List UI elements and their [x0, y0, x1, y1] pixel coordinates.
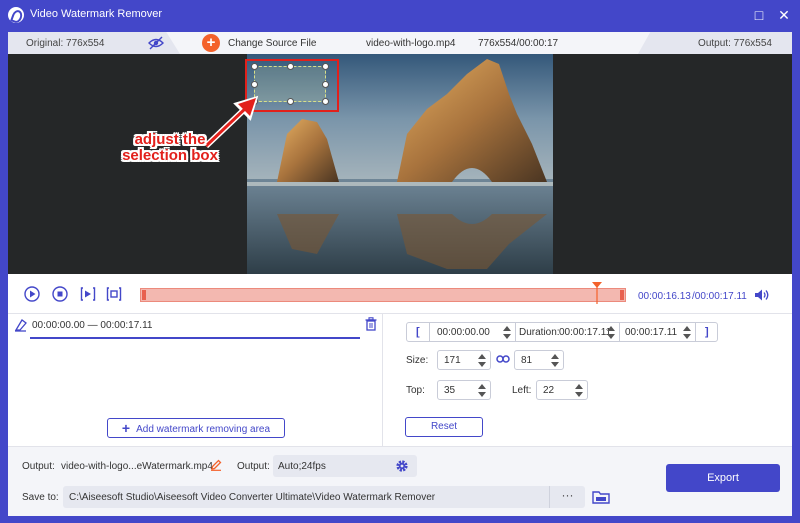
original-size-label: Original: 776x554 — [26, 38, 105, 49]
top-stepper[interactable] — [478, 383, 486, 397]
save-path-value: C:\Aiseesoft Studio\Aiseesoft Video Conv… — [69, 492, 436, 503]
left-input[interactable]: 22 — [536, 380, 588, 400]
height-stepper[interactable] — [551, 353, 559, 367]
end-time-stepper[interactable] — [683, 325, 691, 339]
left-label: Left: — [512, 385, 532, 396]
eye-hidden-icon[interactable] — [148, 36, 164, 50]
next-frame-button[interactable] — [80, 286, 96, 302]
change-source-button[interactable]: Change Source File — [228, 38, 316, 49]
output-size-label: Output: 776x554 — [698, 38, 772, 49]
title-bar: Video Watermark Remover □ ✕ — [0, 0, 800, 30]
current-time: 00:00:16.13 — [638, 291, 691, 302]
duration-label: Duration: — [519, 327, 560, 338]
annotation-text: adjust the selection box — [100, 132, 240, 164]
output-file-label: Output: — [22, 461, 55, 472]
duration-input[interactable]: 00:00:17.11 — [559, 327, 611, 338]
top-label: Top: — [406, 385, 425, 396]
resize-handle[interactable] — [251, 81, 258, 88]
output-tab: Output: 776x554 — [638, 32, 792, 54]
width-input[interactable]: 171 — [437, 350, 491, 370]
eraser-icon — [14, 319, 27, 332]
resize-handle[interactable] — [322, 63, 329, 70]
gear-icon[interactable] — [395, 459, 409, 473]
duration-stepper[interactable] — [607, 325, 615, 339]
resize-handle[interactable] — [287, 98, 294, 105]
time-range-group: [ 00:00:00.00 Duration: 00:00:17.11 00:0… — [406, 322, 718, 342]
end-time-input[interactable]: 00:00:17.11 — [625, 327, 677, 338]
segment-progress-bar — [30, 337, 360, 339]
resize-handle[interactable] — [322, 98, 329, 105]
size-label: Size: — [406, 355, 429, 366]
close-button[interactable]: ✕ — [775, 6, 793, 24]
main-panel: adjust the selection box 00:00:16.13 /00… — [8, 54, 792, 516]
info-bar: Original: 776x554 + Change Source File v… — [8, 32, 792, 54]
folder-icon[interactable] — [592, 490, 610, 504]
play-button[interactable] — [24, 286, 40, 302]
top-value: 35 — [444, 385, 456, 396]
stop-button[interactable] — [52, 286, 68, 302]
output-format-label: Output: — [237, 461, 270, 472]
reset-button[interactable]: Reset — [405, 417, 483, 437]
set-end-button[interactable]: ] — [705, 326, 709, 338]
height-input[interactable]: 81 — [514, 350, 564, 370]
start-time-input[interactable]: 00:00:00.00 — [437, 327, 490, 338]
resize-handle[interactable] — [251, 63, 258, 70]
browse-button[interactable]: ··· — [549, 486, 585, 508]
segment-range[interactable]: 00:00:00.00 — 00:00:17.11 — [32, 320, 152, 331]
start-time-stepper[interactable] — [503, 325, 511, 339]
pencil-icon[interactable] — [210, 459, 222, 471]
file-name: video-with-logo.mp4 — [366, 38, 456, 49]
export-button[interactable]: Export — [666, 464, 780, 492]
loop-segment-button[interactable] — [106, 286, 122, 302]
plus-icon: + — [121, 420, 131, 436]
volume-icon[interactable] — [754, 288, 770, 302]
maximize-button[interactable]: □ — [750, 6, 768, 24]
width-value: 171 — [444, 355, 461, 366]
annotation-line-1: adjust the — [134, 131, 206, 148]
set-start-button[interactable]: [ — [416, 326, 420, 338]
total-time: /00:00:17.11 — [692, 291, 747, 302]
left-stepper[interactable] — [575, 383, 583, 397]
change-source-plus-icon[interactable]: + — [202, 34, 220, 52]
file-meta: 776x554/00:00:17 — [478, 38, 559, 49]
timeline-track[interactable] — [140, 288, 626, 302]
resize-handle[interactable] — [322, 81, 329, 88]
output-format-value: Auto;24fps — [278, 461, 326, 472]
video-preview: adjust the selection box — [8, 54, 792, 274]
left-value: 22 — [543, 385, 555, 396]
link-icon[interactable] — [496, 354, 510, 364]
divider — [8, 313, 792, 314]
bottom-bar: Output: video-with-logo...eWatermark.mp4… — [8, 447, 792, 516]
app-logo-icon — [8, 7, 24, 23]
resize-handle[interactable] — [287, 63, 294, 70]
output-file-name: video-with-logo...eWatermark.mp4 — [61, 461, 213, 472]
playhead-handle[interactable] — [592, 282, 602, 304]
top-input[interactable]: 35 — [437, 380, 491, 400]
annotation-line-2: selection box — [122, 147, 218, 164]
add-watermark-area-button[interactable]: + Add watermark removing area — [107, 418, 285, 438]
add-area-label: Add watermark removing area — [136, 424, 271, 435]
width-stepper[interactable] — [478, 353, 486, 367]
trash-icon[interactable] — [365, 317, 377, 331]
height-value: 81 — [521, 355, 533, 366]
window-title: Video Watermark Remover — [30, 8, 163, 20]
save-to-label: Save to: — [22, 492, 59, 503]
divider — [382, 314, 383, 446]
